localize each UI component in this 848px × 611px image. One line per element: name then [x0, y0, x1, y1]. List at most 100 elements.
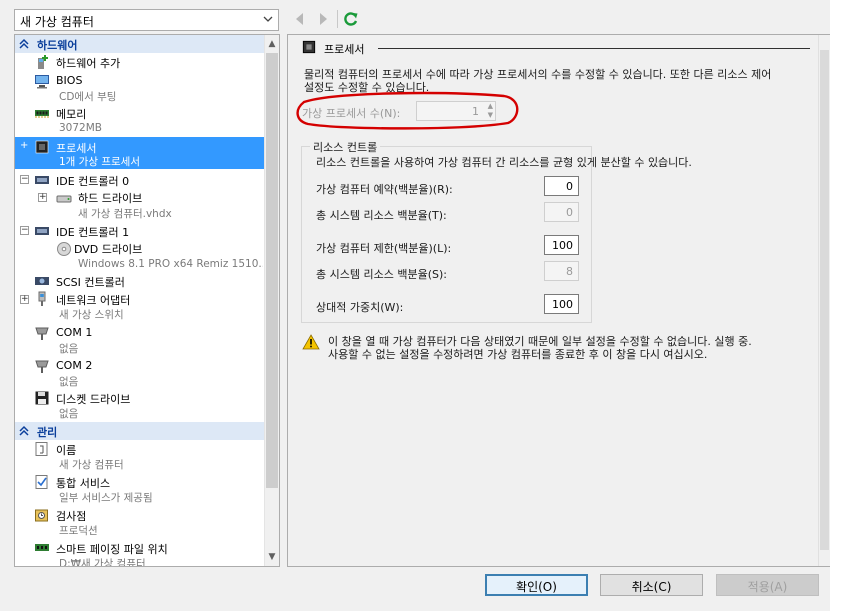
- checkpoint-icon: [35, 509, 48, 522]
- limit-input[interactable]: 100: [544, 235, 579, 255]
- sidebar-item-label: COM 2: [56, 359, 93, 372]
- sidebar-item-memory[interactable]: 메모리 3072MB: [16, 104, 264, 136]
- sidebar-item-label: DVD 드라이브: [74, 243, 143, 256]
- sidebar-item-integration-services[interactable]: 통합 서비스 일부 서비스가 제공됨: [16, 473, 264, 505]
- name-tag-icon: [35, 442, 48, 456]
- back-arrow-icon[interactable]: [293, 11, 307, 27]
- section-divider: [378, 48, 810, 49]
- sidebar-item-detail: 없음: [59, 376, 79, 388]
- scroll-down-icon[interactable]: ▼: [266, 550, 278, 564]
- sidebar-item-detail: 3072MB: [59, 122, 102, 134]
- management-section-header[interactable]: 관리: [15, 422, 264, 440]
- sidebar-item-label: BIOS: [56, 74, 83, 87]
- sidebar-item-label: 하드 드라이브: [78, 192, 143, 205]
- ide-controller-icon: [35, 227, 49, 235]
- expand-icon[interactable]: +: [20, 295, 29, 304]
- sidebar-item-bios[interactable]: BIOS CD에서 부팅: [16, 72, 264, 104]
- sidebar-item-label: 디스켓 드라이브: [56, 393, 131, 406]
- sidebar-item-add-hardware[interactable]: 하드웨어 추가: [16, 53, 264, 71]
- sidebar-item-label: 하드웨어 추가: [56, 57, 121, 70]
- weight-input[interactable]: 100: [544, 294, 579, 314]
- reserve-label: 가상 컴퓨터 예약(백분율)(R):: [316, 183, 453, 196]
- sidebar-item-detail: 1개 가상 프로세서: [59, 156, 140, 168]
- sidebar-item-label: 메모리: [56, 108, 87, 121]
- scsi-controller-icon: [35, 277, 49, 285]
- sidebar-item-label: 통합 서비스: [56, 477, 111, 490]
- sidebar-item-diskette-drive[interactable]: 디스켓 드라이브 없음: [16, 389, 264, 421]
- reserve-input[interactable]: 0: [544, 176, 579, 196]
- sidebar-item-label: IDE 컨트롤러 0: [56, 175, 130, 188]
- expand-icon[interactable]: +: [20, 141, 28, 151]
- sidebar-item-hard-drive[interactable]: + 하드 드라이브 새 가상 컴퓨터.vhdx: [16, 188, 264, 220]
- memory-icon: [35, 110, 49, 118]
- collapse-icon[interactable]: −: [20, 226, 29, 235]
- sidebar-item-label: 검사점: [56, 510, 87, 523]
- warning-line: 이 창을 열 때 가상 컴퓨터가 다음 상태였기 때문에 일부 설정을 수정할 …: [328, 335, 752, 348]
- sidebar-item-label: IDE 컨트롤러 1: [56, 226, 130, 239]
- floppy-disk-icon: [35, 391, 49, 405]
- limit-label: 가상 컴퓨터 제한(백분율)(L):: [316, 242, 452, 255]
- sidebar-item-label: COM 1: [56, 326, 93, 339]
- chevron-down-icon: [263, 16, 273, 22]
- bios-icon: [35, 75, 49, 89]
- resource-control-title: 리소스 컨트롤: [310, 139, 381, 155]
- sidebar-item-network-adapter[interactable]: + 네트워크 어댑터 새 가상 스위치: [16, 290, 264, 322]
- warning-icon: [302, 334, 320, 350]
- sidebar-item-smart-paging[interactable]: 스마트 페이징 파일 위치 D:₩새 가상 컴퓨터: [16, 539, 264, 566]
- sidebar-item-detail: CD에서 부팅: [59, 91, 117, 103]
- sidebar-item-detail: 새 가상 컴퓨터: [59, 459, 124, 471]
- warning-message: 이 창을 열 때 가상 컴퓨터가 다음 상태였기 때문에 일부 설정을 수정할 …: [328, 335, 808, 361]
- hardware-section-header[interactable]: 하드웨어: [15, 35, 264, 53]
- toolbar-separator: [337, 10, 338, 28]
- collapse-chevron-icon: [19, 38, 29, 49]
- sidebar-item-detail: D:₩새 가상 컴퓨터: [59, 558, 146, 566]
- processor-icon: [35, 140, 49, 154]
- sidebar-item-detail: 새 가상 컴퓨터.vhdx: [78, 208, 172, 220]
- sidebar-item-detail: 새 가상 스위치: [59, 309, 124, 321]
- sidebar-item-dvd-drive[interactable]: DVD 드라이브 Windows 8.1 PRO x64 Remiz 1510.…: [16, 239, 264, 271]
- sidebar-item-label: 네트워크 어댑터: [56, 294, 131, 307]
- description-line: 물리적 컴퓨터의 프로세서 수에 따라 가상 프로세서의 수를 수정할 수 있습…: [304, 68, 772, 81]
- management-header-label: 관리: [37, 426, 58, 439]
- red-annotation-ellipse: [296, 91, 519, 130]
- hard-drive-icon: [56, 195, 72, 203]
- apply-button: 적용(A): [716, 574, 819, 596]
- sidebar-item-checkpoints[interactable]: 검사점 프로덕션: [16, 506, 264, 538]
- vm-selector[interactable]: 새 가상 컴퓨터: [14, 9, 279, 31]
- reserve-total-input: 0: [544, 202, 579, 222]
- weight-label: 상대적 가중치(W):: [316, 301, 404, 314]
- sidebar-item-ide-controller-0[interactable]: − IDE 컨트롤러 0: [16, 171, 264, 189]
- network-adapter-icon: [38, 291, 46, 306]
- limit-total-input: 8: [544, 261, 579, 281]
- tree-scroll-thumb[interactable]: [266, 53, 278, 488]
- expand-icon[interactable]: +: [38, 193, 47, 202]
- hardware-header-label: 하드웨어: [37, 39, 78, 52]
- cancel-button[interactable]: 취소(C): [600, 574, 703, 596]
- sidebar-item-ide-controller-1[interactable]: − IDE 컨트롤러 1: [16, 222, 264, 240]
- sidebar-item-detail: 프로덕션: [59, 525, 98, 537]
- dvd-drive-icon: [57, 242, 71, 256]
- com-port-icon: [35, 360, 49, 373]
- sidebar-item-detail: 없음: [59, 343, 79, 355]
- reserve-total-label: 총 시스템 리소스 백분율(T):: [316, 209, 447, 222]
- sidebar-item-com2[interactable]: COM 2 없음: [16, 357, 264, 389]
- ide-controller-icon: [35, 176, 49, 184]
- integration-services-icon: [35, 475, 48, 489]
- refresh-icon[interactable]: [343, 11, 359, 27]
- window-edge: [830, 0, 848, 611]
- sidebar-item-label: SCSI 컨트롤러: [56, 276, 125, 289]
- ok-button[interactable]: 확인(O): [485, 574, 588, 596]
- sidebar-item-detail: Windows 8.1 PRO x64 Remiz 1510....: [78, 258, 263, 270]
- sidebar-item-name[interactable]: 이름 새 가상 컴퓨터: [16, 440, 264, 472]
- panel-scroll-thumb[interactable]: [820, 50, 829, 550]
- add-hardware-icon: [38, 55, 48, 69]
- sidebar-item-com1[interactable]: COM 1 없음: [16, 324, 264, 356]
- collapse-icon[interactable]: −: [20, 175, 29, 184]
- forward-arrow-icon[interactable]: [316, 11, 330, 27]
- com-port-icon: [35, 327, 49, 340]
- limit-total-label: 총 시스템 리소스 백분율(S):: [316, 268, 447, 281]
- smart-paging-icon: [35, 544, 49, 551]
- sidebar-item-scsi-controller[interactable]: SCSI 컨트롤러: [16, 272, 264, 290]
- scroll-up-icon[interactable]: ▲: [266, 37, 278, 51]
- processor-icon: [302, 40, 316, 54]
